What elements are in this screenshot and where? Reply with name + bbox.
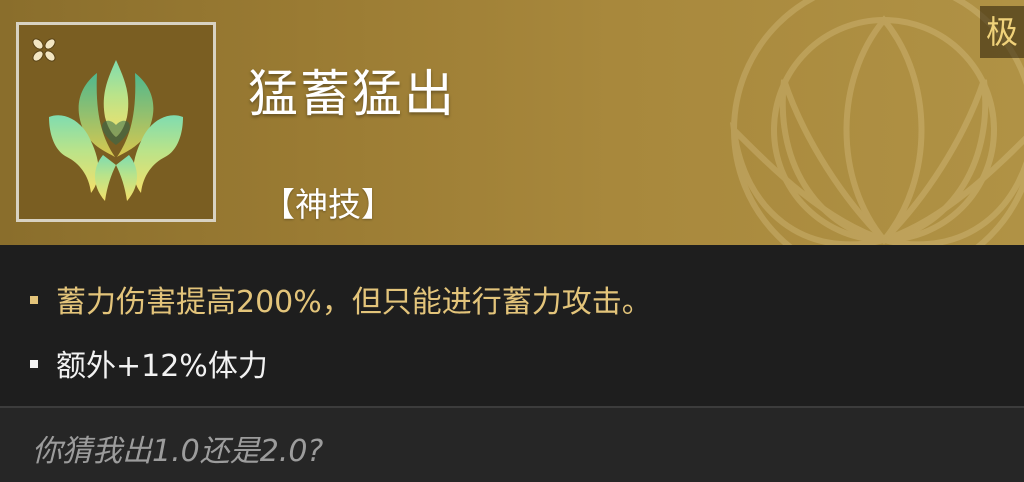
four-petal-star-icon [32, 38, 56, 62]
tier-badge: 极 [980, 6, 1024, 58]
skill-header: 猛蓄猛出 【神技】 极 [0, 0, 1024, 245]
lotus-pattern-icon [729, 0, 1024, 245]
effect-text: 蓄力伤害提高200%，但只能进行蓄力攻击。 [56, 285, 652, 320]
skill-title: 猛蓄猛出 [248, 65, 456, 123]
bullet-icon [30, 359, 38, 368]
skill-category: 【神技】 [262, 185, 394, 224]
flavor-text: 你猜我出1.0还是2.0? [32, 434, 324, 469]
effect-item-stamina: 额外+12%体力 [30, 341, 268, 385]
effect-text: 额外+12%体力 [56, 349, 268, 384]
bullet-icon [30, 295, 38, 304]
effect-item-charge-damage: 蓄力伤害提高200%，但只能进行蓄力攻击。 [30, 277, 652, 321]
flavor-footer: 你猜我出1.0还是2.0? [0, 408, 1024, 482]
effects-list: 蓄力伤害提高200%，但只能进行蓄力攻击。 额外+12%体力 [0, 245, 1024, 405]
skill-card: 猛蓄猛出 【神技】 极 蓄力伤害提高200%，但只能进行蓄力攻击。 额外+12%… [0, 0, 1024, 482]
skill-icon-frame [16, 22, 216, 222]
